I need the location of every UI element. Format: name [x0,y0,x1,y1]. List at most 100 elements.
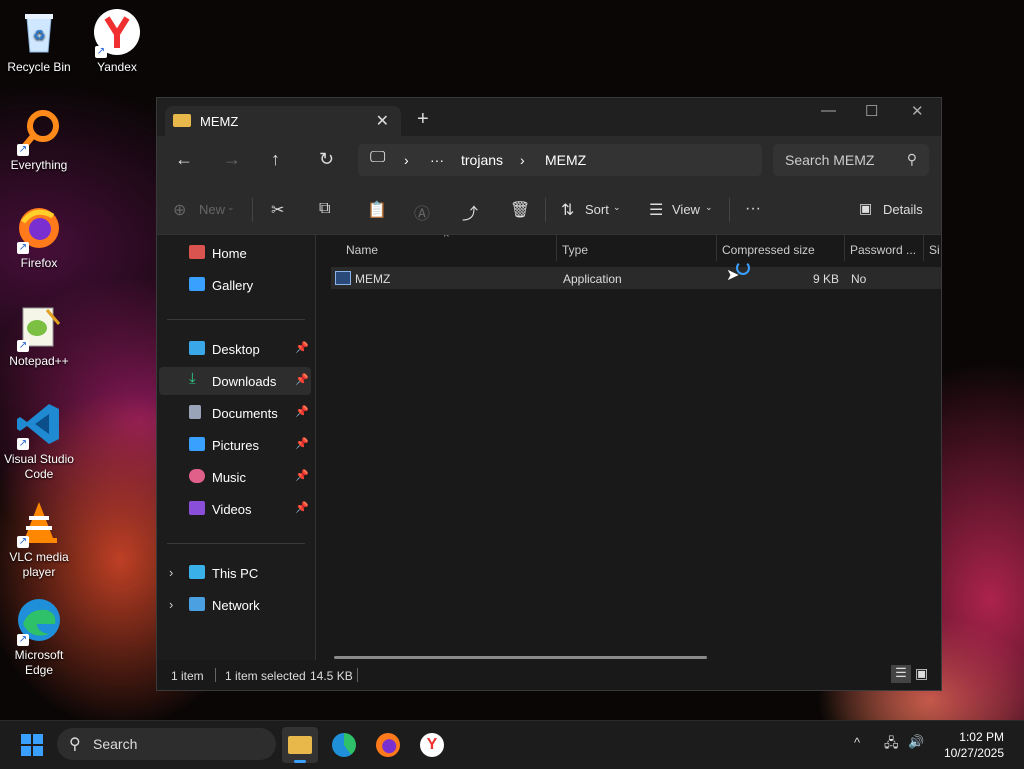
shortcut-arrow-icon: ↗ [17,438,29,450]
desktop-icon-yandex[interactable]: ↗ Yandex [78,8,156,75]
item-count: 1 item [171,669,204,683]
sort-button[interactable]: Sort [585,202,609,217]
pin-icon[interactable]: 📌 [295,405,309,418]
pin-icon[interactable]: 📌 [295,469,309,482]
sidebar-item-documents[interactable]: Documents 📌 [159,399,311,427]
column-divider[interactable] [556,235,557,261]
maximize-button[interactable]: ☐ [865,102,878,120]
desktop-icon-firefox[interactable]: ↗ Firefox [0,204,78,271]
details-pane-icon[interactable]: ▣ [859,200,872,217]
desktop-icon-recycle-bin[interactable]: ♻ Recycle Bin [0,8,78,75]
forward-arrow-icon[interactable]: → [223,149,241,170]
desktop-icon-label: Notepad++ [9,354,69,368]
taskbar-file-explorer[interactable] [282,727,318,763]
search-input[interactable]: Search MEMZ ⚲ [773,144,929,176]
column-size[interactable]: Si [929,243,940,257]
sidebar-item-label: Documents [212,406,278,421]
edge-icon: ↗ [15,596,63,646]
paste-icon[interactable]: 📋 [367,200,387,220]
separator [215,668,216,682]
new-button[interactable]: New [199,202,225,217]
up-arrow-icon[interactable]: ↑ [271,149,280,170]
sidebar-item-desktop[interactable]: Desktop 📌 [159,335,311,363]
application-file-icon [335,271,351,285]
rename-icon[interactable]: Ⓐ [414,200,430,224]
minimize-button[interactable]: — [821,102,836,119]
sort-icon[interactable]: ⇅ [561,200,574,220]
sidebar-item-downloads[interactable]: ⤓ Downloads 📌 [159,367,311,395]
view-icon[interactable]: ☰ [649,200,663,220]
sidebar-item-pictures[interactable]: Pictures 📌 [159,431,311,459]
taskbar-firefox[interactable] [370,727,406,763]
desktop-icon-vscode[interactable]: ↗ Visual Studio Code [0,400,78,482]
details-view-icon[interactable]: ☰ [891,665,911,683]
tiles-view-icon[interactable]: ▣ [915,665,928,682]
pin-icon[interactable]: 📌 [295,501,309,514]
cut-icon[interactable]: ✂ [271,200,284,220]
column-divider[interactable] [923,235,924,261]
new-tab-button[interactable]: + [417,108,429,131]
breadcrumb-memz[interactable]: MEMZ [545,152,586,168]
search-icon: ⚲ [69,736,81,753]
view-button[interactable]: View [672,202,700,217]
network-status-icon[interactable]: 🖧 [884,734,899,756]
clock[interactable]: 1:02 PM 10/27/2025 [944,729,1004,761]
file-list: Name ^ Type Compressed size Password ...… [316,235,941,660]
new-plus-icon[interactable]: ⊕ [173,200,186,220]
taskbar-edge[interactable] [326,727,362,763]
column-compressed-size[interactable]: Compressed size [722,243,815,257]
desktop-icon-everything[interactable]: ↗ Everything [0,106,78,173]
desktop-icon-notepad-plus-plus[interactable]: ↗ Notepad++ [0,302,78,369]
taskbar-search[interactable]: ⚲ Search [57,728,276,760]
chevron-right-icon: › [520,152,525,168]
details-button[interactable]: Details [883,202,923,217]
back-arrow-icon[interactable]: ← [175,149,193,170]
close-window-button[interactable]: ✕ [911,102,924,120]
chevron-right-icon[interactable]: › [169,565,173,580]
delete-icon[interactable]: 🗑 [510,200,530,220]
share-icon[interactable]: ⤴ [462,200,478,224]
column-divider[interactable] [844,235,845,261]
desktop-icon-edge[interactable]: ↗ Microsoft Edge [0,596,78,678]
breadcrumb-trojans[interactable]: trojans [461,152,503,168]
column-divider[interactable] [716,235,717,261]
sidebar-item-videos[interactable]: Videos 📌 [159,495,311,523]
pin-icon[interactable]: 📌 [295,341,309,354]
sidebar-item-home[interactable]: Home [159,239,311,267]
horizontal-scrollbar[interactable] [334,656,707,659]
column-type[interactable]: Type [562,243,588,257]
sidebar-item-this-pc[interactable]: › This PC [159,559,311,587]
column-name[interactable]: Name [346,243,378,257]
sidebar-item-label: Home [212,246,247,261]
start-button[interactable] [21,734,43,756]
shortcut-arrow-icon: ↗ [17,536,29,548]
show-hidden-icons-icon[interactable]: ^ [854,735,860,750]
pin-icon[interactable]: 📌 [295,437,309,450]
refresh-icon[interactable]: ↻ [319,149,334,170]
more-options-icon[interactable]: ··· [745,200,761,218]
column-password[interactable]: Password ... [850,243,916,257]
shortcut-arrow-icon: ↗ [17,242,29,254]
taskbar: ⚲ Search Y ^ 🖧 🔊 1:02 PM 10/27/2025 [0,720,1024,769]
sidebar-item-music[interactable]: Music 📌 [159,463,311,491]
chevron-down-icon: ⌄ [613,202,621,212]
chevron-right-icon[interactable]: › [169,597,173,612]
close-tab-icon[interactable]: ✕ [376,111,389,131]
desktop-icon-label: Firefox [20,256,58,270]
chevron-down-icon: ⌄ [227,202,235,212]
sidebar-item-network[interactable]: › Network [159,591,311,619]
clock-date: 10/27/2025 [943,746,1004,760]
volume-icon[interactable]: 🔊 [908,734,924,750]
gallery-icon [189,277,205,291]
taskbar-yandex[interactable]: Y [414,727,450,763]
more-breadcrumbs-icon[interactable]: ··· [430,152,444,168]
sidebar-item-gallery[interactable]: Gallery [159,271,311,299]
copy-icon[interactable]: ⧉ [319,200,330,218]
desktop-icon-vlc[interactable]: ↗ VLC media player [0,498,78,580]
file-row[interactable]: MEMZ Application 9 KB No [331,267,941,289]
pin-icon[interactable]: 📌 [295,373,309,386]
explorer-tab[interactable]: MEMZ ✕ [165,106,401,136]
separator [252,198,253,222]
shortcut-arrow-icon: ↗ [17,340,29,352]
address-bar[interactable]: 🖵 › ··· trojans › MEMZ [358,144,762,176]
